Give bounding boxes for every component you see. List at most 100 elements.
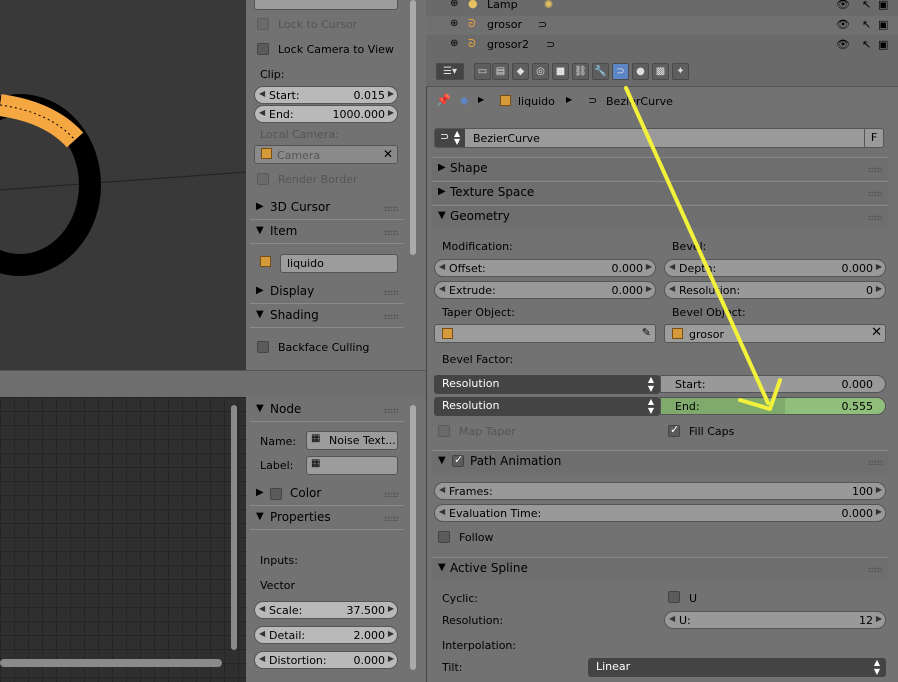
expand-icon[interactable]: ⊕ [450,0,458,9]
curve-data-tab-icon[interactable]: ⊃ [612,63,629,80]
detail-field[interactable]: ◀ Detail: 2.000 ▶ [254,626,398,644]
lock-to-cursor-checkbox[interactable] [257,18,269,30]
bevel-end-slider[interactable]: End: 0.555 [660,397,886,415]
render-tab-icon[interactable]: ▭ [474,63,491,80]
scale-field[interactable]: ◀ Scale: 37.500 ▶ [254,601,398,619]
bevel-factor-mapping-end[interactable]: Resolution ▲ ▼ [434,397,660,416]
node-editor-hscrollbar[interactable] [0,659,222,667]
expand-icon[interactable]: ⊕ [450,38,458,49]
section-shape[interactable]: ▶ Shape [432,157,888,180]
node-label-field[interactable]: ▦ [306,456,398,475]
section-path-animation[interactable]: ▼ Path Animation [432,450,888,473]
section-geometry[interactable]: ▼ Geometry [432,205,888,228]
material-tab-icon[interactable]: ● [632,63,649,80]
color-checkbox[interactable] [270,488,282,500]
texture-tab-icon[interactable]: ▩ [652,63,669,80]
clear-camera-icon[interactable]: ✕ [383,147,393,161]
editor-type-menu[interactable]: ☰▾ [436,63,464,80]
bevel-factor-mapping-start[interactable]: Resolution ▲ ▼ [434,375,660,394]
frames-field[interactable]: ◀ Frames: 100 ▶ [434,482,886,500]
constraints-tab-icon[interactable]: ⛓ [572,63,589,80]
physics-tab-icon[interactable]: ✦ [672,63,689,80]
section-item[interactable]: ▼ Item [250,221,404,244]
section-properties[interactable]: ▼ Properties [250,507,404,530]
expanded-triangle-icon: ▼ [256,403,264,414]
modifiers-tab-icon[interactable]: 🔧 [592,63,609,80]
section-3d-cursor[interactable]: ▶ 3D Cursor [250,197,404,220]
pin-icon[interactable]: 📌 [436,93,451,107]
cyclic-u-checkbox[interactable] [668,591,680,603]
fill-caps-checkbox[interactable] [668,423,680,437]
area-divider[interactable] [0,370,426,399]
outliner-row-lamp[interactable]: ⊕ ● Lamp ✺ 👁 ↖ ▣ [426,0,898,15]
render-camera-icon[interactable]: ▣ [878,38,888,51]
clip-start-field[interactable]: ◀ Start: 0.015 ▶ [254,86,398,104]
render-camera-icon[interactable]: ▣ [878,0,888,11]
camera-field[interactable]: Camera ✕ [254,145,398,164]
section-shading[interactable]: ▼ Shading [250,305,404,328]
expand-icon[interactable]: ⊕ [450,18,458,29]
datablock-browse-button[interactable]: ⊃ ▲ ▼ [435,129,465,147]
taper-object-field[interactable]: ✎ [434,324,656,343]
select-arrow-icon[interactable]: ↖ [862,38,871,51]
scene-tab-icon[interactable]: ◆ [512,63,529,80]
offset-field[interactable]: ◀ Offset: 0.000 ▶ [434,259,656,277]
bevel-start-field[interactable]: Start: 0.000 [660,375,886,393]
curve-data-icon: ⊃ [440,130,450,143]
3d-viewport[interactable] [0,0,246,370]
render-camera-icon[interactable]: ▣ [878,18,888,31]
viewport-scene [0,94,246,276]
outliner-row-grosor[interactable]: ⊕ ᘐ grosor ⊃ 👁 ↖ ▣ [426,16,898,35]
section-node[interactable]: ▼ Node [250,399,404,422]
render-layers-tab-icon[interactable]: ▤ [492,63,509,80]
world-tab-icon[interactable]: ◎ [532,63,549,80]
section-color[interactable]: ▶ Color [250,483,404,506]
viewport-panel-scrollbar[interactable] [410,0,416,255]
resolution-u-field[interactable]: ◀ U: 12 ▶ [664,611,886,629]
expanded-triangle-icon: ▼ [438,210,446,221]
node-name-field[interactable]: ▦ Noise Text... [306,431,398,450]
backface-culling-label: Backface Culling [278,341,370,354]
path-animation-checkbox[interactable] [452,453,464,467]
visibility-eye-icon[interactable]: 👁 [836,38,850,51]
follow-label: Follow [459,531,494,544]
distortion-field[interactable]: ◀ Distortion: 0.000 ▶ [254,651,398,669]
properties-tab-bar: ☰▾ ▭ ▤ ◆ ◎ ■ ⛓ 🔧 ⊃ ● ▩ ✦ [426,58,898,87]
expanded-triangle-icon: ▼ [256,225,264,236]
tilt-interpolation-dropdown[interactable]: Linear ▲ ▼ [588,658,886,677]
bevel-resolution-field[interactable]: ◀ Resolution: 0 ▶ [664,281,886,299]
breadcrumb-data: BezierCurve [606,95,673,108]
clip-end-field[interactable]: ◀ End: 1000.000 ▶ [254,105,398,123]
node-editor-vscrollbar[interactable] [231,405,237,650]
map-taper-checkbox[interactable] [438,425,450,437]
bevel-object-field[interactable]: grosor ✕ [664,324,886,343]
fake-user-button[interactable]: F [864,129,883,147]
outliner-row-grosor2[interactable]: ⊕ ᘐ grosor2 ⊃ 👁 ↖ ▣ [426,36,898,55]
visibility-eye-icon[interactable]: 👁 [836,0,850,11]
evaluation-time-field[interactable]: ◀ Evaluation Time: 0.000 ▶ [434,504,886,522]
select-arrow-icon[interactable]: ↖ [862,0,871,11]
bevel-object-label: Bevel Object: [672,306,746,319]
clear-bevel-object-icon[interactable]: ✕ [871,325,882,340]
outliner: ⊕ ● Lamp ✺ 👁 ↖ ▣ ⊕ ᘐ grosor ⊃ 👁 ↖ ▣ ⊕ ᘐ … [426,0,898,58]
visibility-eye-icon[interactable]: 👁 [836,18,850,31]
follow-checkbox[interactable] [438,531,450,543]
item-name-field[interactable]: liquido [280,254,398,273]
section-texture-space[interactable]: ▶ Texture Space [432,181,888,204]
backface-culling-checkbox[interactable] [257,341,269,353]
eyedropper-icon[interactable]: ✎ [642,326,651,339]
select-arrow-icon[interactable]: ↖ [862,18,871,31]
section-active-spline[interactable]: ▼ Active Spline [432,557,888,580]
datablock-selector[interactable]: ⊃ ▲ ▼ BezierCurve F [434,128,884,148]
collapsed-triangle-icon: ▶ [438,162,446,173]
extrude-field[interactable]: ◀ Extrude: 0.000 ▶ [434,281,656,299]
section-display[interactable]: ▶ Display [250,281,404,304]
depth-field[interactable]: ◀ Depth: 0.000 ▶ [664,259,886,277]
top-field[interactable] [254,0,398,10]
render-border-checkbox[interactable] [257,173,269,185]
object-tab-icon[interactable]: ■ [552,63,569,80]
node-editor[interactable] [0,397,246,682]
lock-camera-checkbox[interactable] [257,43,269,55]
node-panel-scrollbar[interactable] [410,405,416,670]
object-icon [442,328,453,339]
